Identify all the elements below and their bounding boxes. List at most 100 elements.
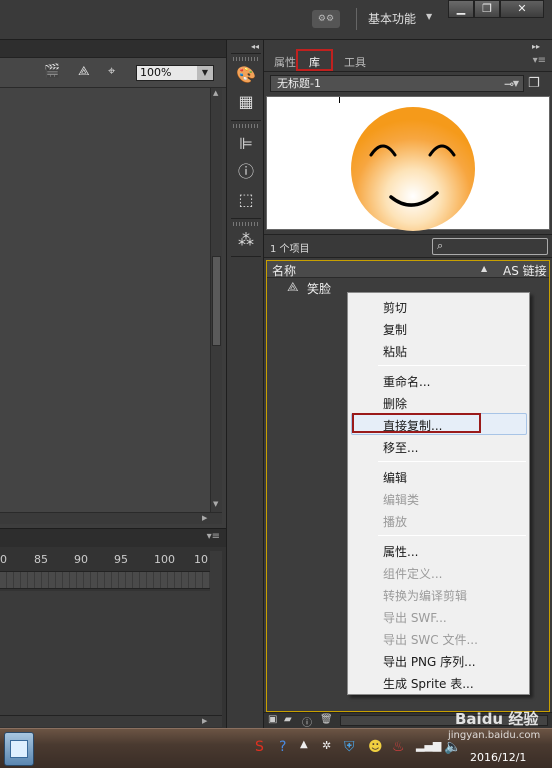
- taskbar-app-button[interactable]: [4, 732, 34, 766]
- panel-grip[interactable]: [233, 222, 259, 226]
- scroll-up-icon[interactable]: ▲: [213, 89, 218, 97]
- clock-date[interactable]: 2016/12/1: [470, 751, 526, 764]
- menu-item-rename[interactable]: 重命名...: [383, 373, 430, 390]
- menu-item-copy[interactable]: 复制: [383, 321, 407, 338]
- tab-properties[interactable]: 属性: [274, 54, 296, 70]
- maximize-button[interactable]: ❐: [474, 0, 500, 18]
- notification-icon[interactable]: ♨: [392, 739, 405, 755]
- align-icon[interactable]: ⊫: [236, 134, 256, 154]
- qq-icon[interactable]: ☻: [368, 739, 383, 755]
- sogou-ime-icon[interactable]: S: [255, 739, 264, 755]
- edit-bar: 🎬 ⟁ ⌖ 100% ▼: [0, 58, 226, 88]
- panel-menu-icon[interactable]: ▾≡: [533, 55, 546, 66]
- scroll-down-icon[interactable]: ▼: [213, 500, 218, 508]
- volume-icon[interactable]: 🔈: [444, 739, 461, 755]
- ruler-tick: 95: [114, 553, 128, 566]
- tab-library-highlight: [296, 49, 333, 71]
- title-bar: ⚙⚙ 基本功能 ▼ ▁ ❐ ✕: [0, 0, 552, 40]
- ruler-tick: 0: [0, 553, 7, 566]
- divider: [231, 256, 261, 257]
- ruler-tick: 90: [74, 553, 88, 566]
- panel-grip[interactable]: [233, 57, 259, 61]
- library-search-input[interactable]: ⌕: [432, 238, 548, 255]
- menu-item-properties[interactable]: 属性...: [383, 543, 418, 560]
- edit-scene-icon[interactable]: 🎬: [44, 64, 60, 79]
- column-name[interactable]: 名称: [272, 262, 296, 279]
- delete-icon[interactable]: 🗑: [320, 714, 333, 725]
- menu-item-move-to[interactable]: 移至...: [383, 439, 418, 456]
- chevron-down-icon[interactable]: ▼: [426, 12, 432, 21]
- stage-vertical-scrollbar[interactable]: ▲ ▼: [210, 88, 222, 512]
- minimize-button[interactable]: ▁: [448, 0, 474, 18]
- stage-horizontal-scrollbar[interactable]: ▶: [0, 512, 222, 524]
- info-icon[interactable]: ⓘ: [236, 162, 256, 182]
- properties-icon[interactable]: ⓘ: [302, 714, 312, 729]
- new-symbol-icon[interactable]: ▣: [268, 714, 277, 725]
- components-icon[interactable]: ⁂: [236, 230, 256, 250]
- settings-icon[interactable]: ✲: [322, 739, 331, 752]
- panel-menu-icon[interactable]: ▾≡: [207, 531, 220, 542]
- baidu-watermark: Baidu 经验: [455, 710, 539, 728]
- menu-item-delete[interactable]: 删除: [383, 395, 407, 412]
- scroll-thumb[interactable]: [212, 256, 221, 346]
- color-palette-icon[interactable]: 🎨: [236, 65, 256, 85]
- new-library-panel-icon[interactable]: ❐: [528, 76, 540, 91]
- network-icon[interactable]: ▂▄▆: [416, 739, 441, 752]
- item-count: 1 个项目: [270, 244, 310, 255]
- zoom-select[interactable]: 100% ▼: [136, 65, 214, 81]
- library-document-select[interactable]: 无标题-1 ▼: [270, 75, 524, 92]
- menu-item-play: 播放: [383, 515, 408, 529]
- divider: [231, 53, 261, 54]
- menu-item-paste[interactable]: 粘贴: [383, 343, 407, 360]
- menu-item-convert-compiled-clip: 转换为编译剪辑: [383, 589, 468, 603]
- scroll-right-icon[interactable]: ▶: [202, 717, 207, 725]
- tab-tools[interactable]: 工具: [344, 54, 366, 70]
- timeline-layers[interactable]: [0, 591, 210, 715]
- stage-canvas[interactable]: [0, 88, 210, 512]
- scroll-right-icon[interactable]: ▶: [202, 514, 207, 522]
- timeline-vertical-scrollbar[interactable]: [210, 551, 222, 715]
- collapse-icon[interactable]: ◂◂: [251, 42, 259, 51]
- new-folder-icon[interactable]: ▰: [284, 714, 292, 725]
- item-label: 笑脸: [307, 282, 332, 296]
- shield-icon[interactable]: ⛨: [344, 739, 355, 755]
- menu-item-export-swf: 导出 SWF...: [383, 611, 447, 625]
- chevron-down-icon[interactable]: ▼: [197, 66, 213, 80]
- workspace-switcher[interactable]: 基本功能: [368, 10, 416, 27]
- ruler-tick: 10: [194, 553, 208, 566]
- chevron-up-icon[interactable]: ▲: [300, 739, 308, 750]
- panel-grip[interactable]: [233, 124, 259, 128]
- baidu-watermark-url: jingyan.baidu.com: [448, 730, 541, 741]
- transform-icon[interactable]: ⬚: [236, 190, 256, 210]
- zoom-value: 100%: [140, 66, 172, 79]
- menu-separator: [378, 365, 526, 366]
- timeline-panel: ▾≡ 0 85 90 95 100 10 ▶: [0, 528, 226, 728]
- swatches-grid-icon[interactable]: ▦: [236, 92, 256, 112]
- edit-symbol-icon[interactable]: ⟁: [78, 64, 90, 79]
- help-icon[interactable]: ?: [279, 739, 286, 755]
- timeline-horizontal-scrollbar[interactable]: ▶: [0, 715, 222, 727]
- title-separator: [356, 8, 357, 30]
- menu-item-export-png-sequence[interactable]: 导出 PNG 序列...: [383, 653, 476, 670]
- duplicate-highlight: [352, 413, 481, 433]
- close-button[interactable]: ✕: [500, 0, 544, 18]
- menu-item-component-definition: 组件定义...: [383, 567, 443, 581]
- frame-strip[interactable]: [0, 571, 210, 589]
- document-tab-strip: [0, 40, 226, 58]
- ruler-tick: 85: [34, 553, 48, 566]
- menu-item-cut[interactable]: 剪切: [383, 299, 407, 316]
- menu-item-generate-sprite-sheet[interactable]: 生成 Sprite 表...: [383, 675, 474, 692]
- center-stage-icon[interactable]: ⌖: [108, 64, 115, 79]
- frame-ruler: 0 85 90 95 100 10: [0, 551, 210, 569]
- symbol-preview: [266, 96, 550, 231]
- library-status-bar: 1 个项目 ⌕: [264, 234, 552, 258]
- sync-settings-icon[interactable]: ⚙⚙: [312, 10, 340, 28]
- pin-library-icon[interactable]: ⊸: [504, 77, 514, 91]
- menu-item-edit[interactable]: 编辑: [383, 469, 407, 486]
- context-menu: 剪切 复制 粘贴 重命名... 删除 直接复制... 移至... 编辑 编辑类 …: [347, 292, 530, 695]
- sort-arrow-icon[interactable]: ▲: [481, 264, 487, 273]
- column-linkage[interactable]: AS 链接: [503, 262, 547, 279]
- collapsed-panels-column: ◂◂ 🎨 ▦ ⊫ ⓘ ⬚ ⁂: [226, 40, 264, 728]
- graphic-symbol-icon: ⟁: [287, 280, 299, 295]
- document-name: 无标题-1: [277, 77, 321, 90]
